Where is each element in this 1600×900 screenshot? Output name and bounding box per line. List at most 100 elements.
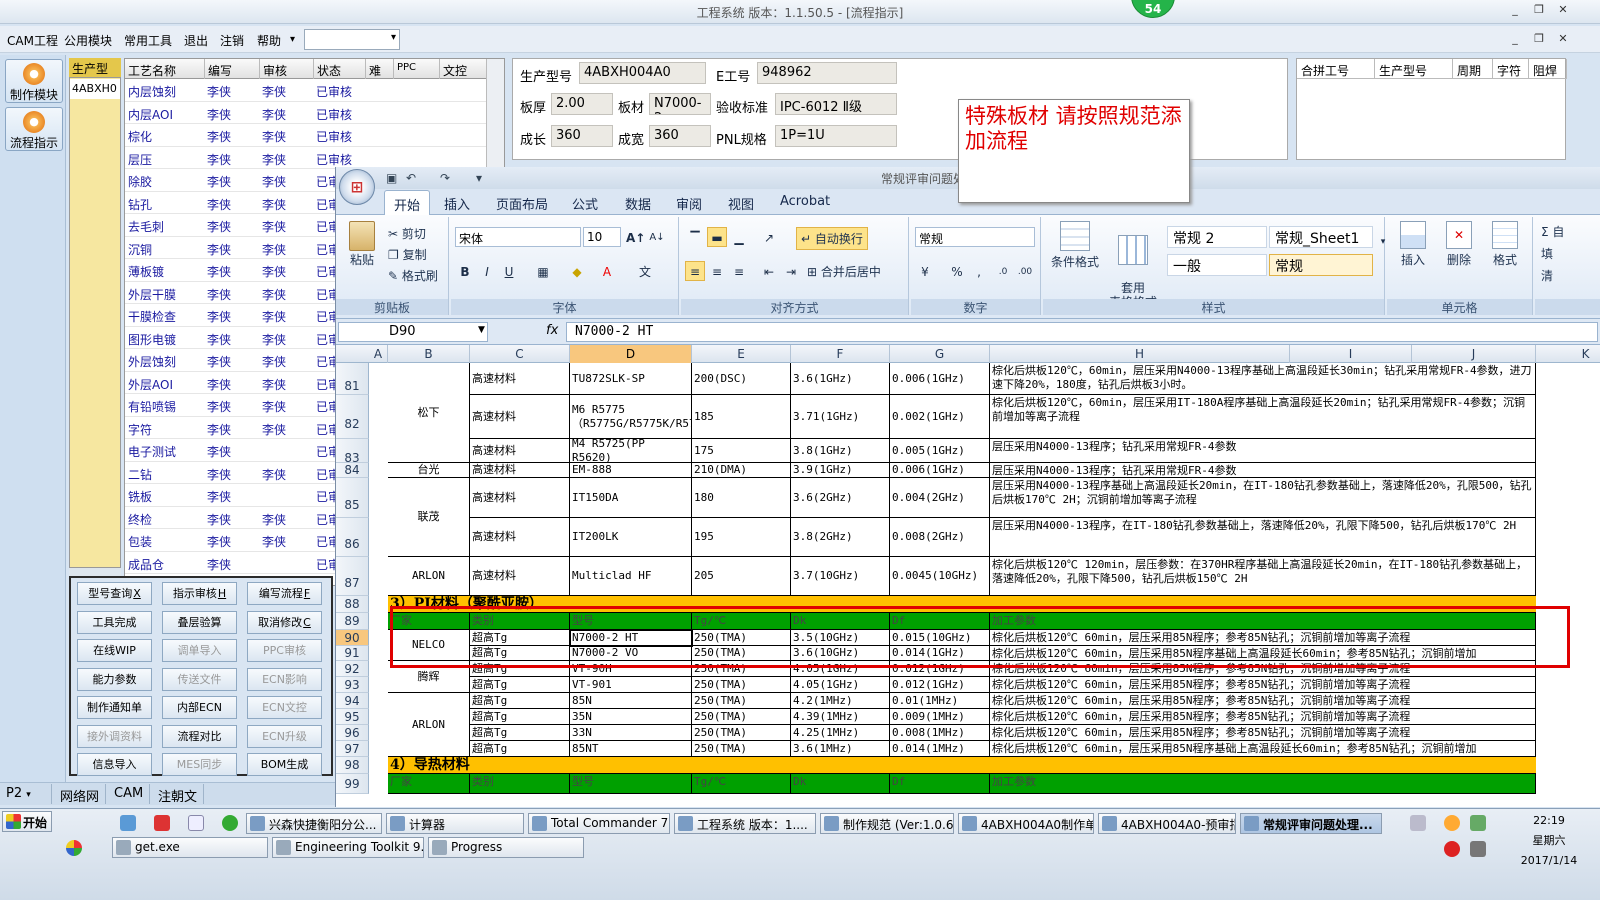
row-header[interactable]: 83 xyxy=(336,439,369,465)
function-button[interactable]: 能力参数 xyxy=(77,667,152,691)
clear-button[interactable]: 清 xyxy=(1541,267,1553,284)
style-general[interactable]: 一般 xyxy=(1167,254,1267,276)
cell-f[interactable]: 4.05(1GHz) xyxy=(791,677,890,693)
col-merge-job[interactable]: 合拼工号 xyxy=(1297,59,1375,79)
flow-instruction-button[interactable]: ● 流程指示 xyxy=(5,107,63,151)
ribbon-tab[interactable]: 审阅 xyxy=(676,194,702,213)
copy-button[interactable]: ❐ 复制 xyxy=(388,246,427,263)
col-reviewer[interactable]: 审核 xyxy=(260,59,314,79)
row-header[interactable]: 89 xyxy=(336,613,369,630)
cell-d[interactable]: Multiclad HF xyxy=(570,557,692,596)
mdi-close-button[interactable]: ✕ xyxy=(1554,32,1572,48)
cell-h[interactable]: 棕化后烘板120℃，60min，层压采用IT-180A程序基础上高温段延长20m… xyxy=(990,395,1536,439)
quicklaunch-ie-icon[interactable] xyxy=(222,815,238,831)
cell-e[interactable]: 195 xyxy=(692,518,791,557)
cell-f[interactable]: 3.8(2GHz) xyxy=(791,518,890,557)
paste-button[interactable]: 粘贴 xyxy=(344,221,380,268)
desktop-icon[interactable] xyxy=(66,840,82,856)
cell-c[interactable]: 超高Tg xyxy=(470,677,570,693)
page-selector[interactable]: P2 ▾ xyxy=(0,784,52,804)
style-normal-sheet1[interactable]: 常规_Sheet1 xyxy=(1269,226,1373,248)
cell-d[interactable]: EM-888 xyxy=(570,463,692,478)
cell-vendor[interactable]: ARLON xyxy=(388,693,470,757)
cell-e[interactable]: 250(TMA) xyxy=(692,693,791,709)
undo-icon[interactable]: ↶ xyxy=(406,171,420,185)
cell-d[interactable]: TU872SLK-SP xyxy=(570,363,692,395)
table-header-cell[interactable]: 型号 xyxy=(570,774,692,794)
taskbar-window-button[interactable]: 计算器 xyxy=(386,813,524,834)
ribbon-tab[interactable]: 视图 xyxy=(728,194,754,213)
fill-button[interactable]: 填 xyxy=(1541,245,1553,262)
tray-update-icon[interactable] xyxy=(1444,815,1460,831)
table-header-cell[interactable]: Tg/℃ xyxy=(692,774,791,794)
align-top-icon[interactable]: ▔ xyxy=(685,227,705,247)
grow-font-icon[interactable]: A↑ xyxy=(625,227,645,247)
process-row[interactable]: 层压 李侠 李侠 已审核 xyxy=(125,147,487,169)
percent-button[interactable]: % xyxy=(947,261,967,281)
cell-g[interactable]: 0.008(2GHz) xyxy=(890,518,990,557)
cell-h[interactable]: 层压采用N4000-13程序；钻孔采用常规FR-4参数 xyxy=(990,463,1536,478)
function-button[interactable]: 调单导入 xyxy=(162,639,237,662)
cell-c[interactable]: 超高Tg xyxy=(470,693,570,709)
system-clock[interactable]: 22:19 星期六 2017/1/14 xyxy=(1514,811,1584,871)
cell-c[interactable]: 超高Tg xyxy=(470,741,570,757)
cell-c[interactable]: 高速材料 xyxy=(470,518,570,557)
autosum-button[interactable]: Σ 自 xyxy=(1541,223,1564,240)
cell-g[interactable]: 0.008(1MHz) xyxy=(890,725,990,741)
table-header-cell[interactable]: 厂家 xyxy=(388,774,470,794)
formula-input[interactable]: N7000-2 HT xyxy=(566,322,1598,342)
cell-e[interactable]: 185 xyxy=(692,395,791,439)
col-writer[interactable]: 编写 xyxy=(205,59,260,79)
cell-d[interactable]: IT150DA xyxy=(570,478,692,518)
function-button[interactable]: 传送文件 xyxy=(162,667,237,691)
row-header[interactable]: 93 xyxy=(336,677,369,693)
cell-e[interactable]: 175 xyxy=(692,439,791,463)
cell-h[interactable]: 棕化后烘板120℃，60min，层压采用N4000-13程序基础上高温段延长30… xyxy=(990,363,1536,395)
menu-logout[interactable]: 注销 xyxy=(220,32,244,49)
function-button[interactable]: 流程对比 xyxy=(162,724,237,748)
production-module-button[interactable]: ● 制作模块 xyxy=(5,59,63,103)
function-button[interactable]: 型号查询X xyxy=(77,582,152,605)
function-button[interactable]: 工具完成 xyxy=(77,610,152,634)
cell-c[interactable]: 高速材料 xyxy=(470,363,570,395)
taskbar-window-button[interactable]: 4ABXH004A0-预审指... xyxy=(1098,813,1236,834)
cell-e[interactable]: 250(TMA) xyxy=(692,677,791,693)
merge-center-button[interactable]: ⊞ 合并后居中 xyxy=(807,263,881,280)
product-list-header[interactable]: 生产型号 xyxy=(69,58,121,93)
quicklaunch-folder-icon[interactable] xyxy=(120,815,136,831)
cell-g[interactable]: 0.006(1GHz) xyxy=(890,363,990,395)
cell-h[interactable]: 棕化后烘板120℃ 60min，层压采用85N程序；参考85N钻孔；沉铜前增加等… xyxy=(990,677,1536,693)
insert-cells-button[interactable]: 插入 xyxy=(1393,221,1433,268)
width-field[interactable]: 360 xyxy=(649,125,711,147)
align-center-icon[interactable]: ≡ xyxy=(707,261,727,281)
process-row[interactable]: 内层AOI 李侠 李侠 已审核 xyxy=(125,102,487,124)
cell-g[interactable]: 0.004(2GHz) xyxy=(890,478,990,518)
cell-g[interactable]: 0.005(1GHz) xyxy=(890,439,990,463)
row-header[interactable]: 84 xyxy=(336,463,369,478)
cell-h[interactable]: 层压采用N4000-13程序基础上高温段延长20min，在IT-180钻孔参数基… xyxy=(990,478,1536,518)
mdi-minimize-button[interactable]: _ xyxy=(1506,32,1524,48)
cell-e[interactable]: 200(DSC) xyxy=(692,363,791,395)
format-cells-button[interactable]: 格式 xyxy=(1485,221,1525,268)
table-header-cell[interactable]: 类别 xyxy=(470,774,570,794)
underline-button[interactable]: U xyxy=(499,261,519,281)
tab-network[interactable]: 网络网 xyxy=(54,784,107,805)
col-difficulty[interactable]: 难 xyxy=(366,59,394,79)
function-button[interactable]: ECN文控 xyxy=(247,696,322,719)
cell-c[interactable]: 高速材料 xyxy=(470,395,570,439)
bold-button[interactable]: B xyxy=(455,261,475,281)
table-header-cell[interactable]: 加工参数 xyxy=(990,774,1536,794)
cell-c[interactable]: 高速材料 xyxy=(470,439,570,463)
fx-icon[interactable]: fx xyxy=(546,323,558,338)
row-header[interactable]: 90 xyxy=(336,630,369,646)
increase-decimal-icon[interactable]: .0 xyxy=(993,261,1013,281)
cell-d[interactable]: IT200LK xyxy=(570,518,692,557)
function-button[interactable]: ECN升级 xyxy=(247,724,322,748)
cell-c[interactable]: 高速材料 xyxy=(470,557,570,596)
taskbar-window-button[interactable]: Total Commander 7.0... xyxy=(528,813,670,834)
tray-network-icon[interactable] xyxy=(1470,815,1486,831)
number-format-select[interactable]: 常规 xyxy=(915,227,1035,247)
row-header[interactable]: 99 xyxy=(336,774,369,794)
cell-g[interactable]: 0.0045(10GHz) xyxy=(890,557,990,596)
italic-button[interactable]: I xyxy=(477,261,497,281)
